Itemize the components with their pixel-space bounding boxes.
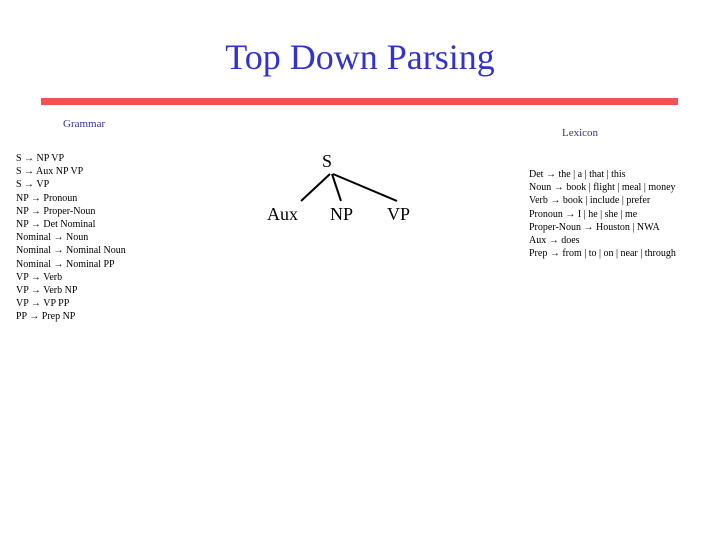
lexicon-entries-list: Det → the | a | that | this Noun → book … <box>529 168 676 260</box>
edge-s-np <box>331 173 342 202</box>
parse-tree-edges <box>300 173 398 202</box>
lexicon-heading: Lexicon <box>562 127 599 139</box>
tree-node-aux: Aux <box>267 204 298 224</box>
lexicon-entry: Proper-Noun → Houston | NWA <box>529 221 660 233</box>
tree-node-root: S <box>322 151 333 171</box>
lexicon-entry: Verb → book | include | prefer <box>529 195 651 207</box>
lexicon-entry: Pronoun → I | he | she | me <box>529 208 638 220</box>
lexicon-entry: Det → the | a | that | this <box>529 169 626 180</box>
lexicon-entry: Prep → from | to | on | near | through <box>529 248 676 260</box>
tree-node-np: NP <box>330 204 354 224</box>
edge-s-aux <box>300 173 331 202</box>
edge-s-vp <box>332 173 398 202</box>
lexicon-entry: Noun → book | flight | meal | money <box>529 182 676 194</box>
lexicon-entry: Aux → does <box>529 235 580 247</box>
tree-node-vp: VP <box>387 204 411 224</box>
